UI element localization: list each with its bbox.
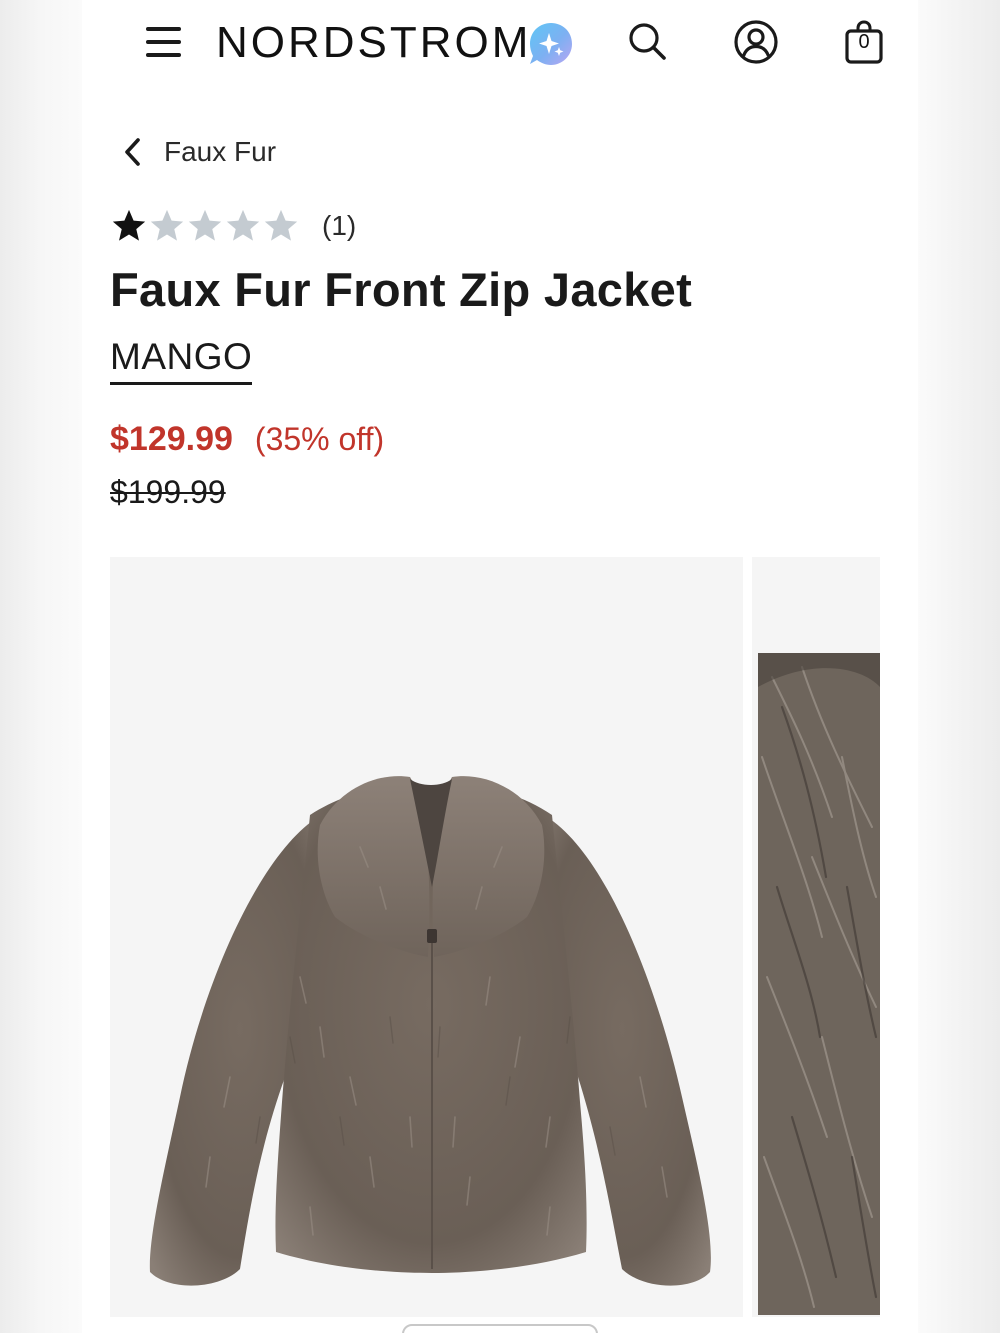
jacket-image xyxy=(149,776,711,1286)
breadcrumb-label: Faux Fur xyxy=(164,136,277,167)
image-pager-indicator[interactable] xyxy=(402,1324,598,1333)
sale-price: $129.99 xyxy=(110,420,233,458)
star-empty-icon xyxy=(264,209,298,241)
rating[interactable]: (1) xyxy=(110,204,356,248)
discount-percent: (35% off) xyxy=(254,421,385,457)
fur-detail-image xyxy=(758,653,880,1315)
price-row: $129.99 (35% off) xyxy=(110,420,384,459)
product-image-main[interactable] xyxy=(110,557,743,1317)
star-empty-icon xyxy=(226,209,260,241)
product-page: NORDSTROM 0 Faux Fur (1) Faux Fur Front … xyxy=(82,0,918,1333)
brand-link[interactable]: MANGO xyxy=(110,336,253,385)
star-empty-icon xyxy=(150,209,184,241)
account-icon[interactable] xyxy=(732,18,780,66)
nordstrom-logo[interactable]: NORDSTROM xyxy=(216,18,531,68)
review-count[interactable]: (1) xyxy=(322,210,356,242)
breadcrumb-back[interactable]: Faux Fur xyxy=(120,130,276,174)
star-empty-icon xyxy=(188,209,222,241)
sparkle-ai-icon[interactable] xyxy=(528,21,574,67)
bag-count: 0 xyxy=(858,31,870,53)
original-price: $199.99 xyxy=(110,474,226,510)
product-title: Faux Fur Front Zip Jacket xyxy=(110,263,693,316)
chevron-left-icon xyxy=(125,138,140,166)
star-filled-icon xyxy=(112,209,146,241)
search-icon[interactable] xyxy=(624,18,672,66)
menu-icon[interactable] xyxy=(144,24,184,60)
top-nav: NORDSTROM 0 xyxy=(82,0,918,90)
product-image-detail[interactable] xyxy=(752,557,880,1317)
